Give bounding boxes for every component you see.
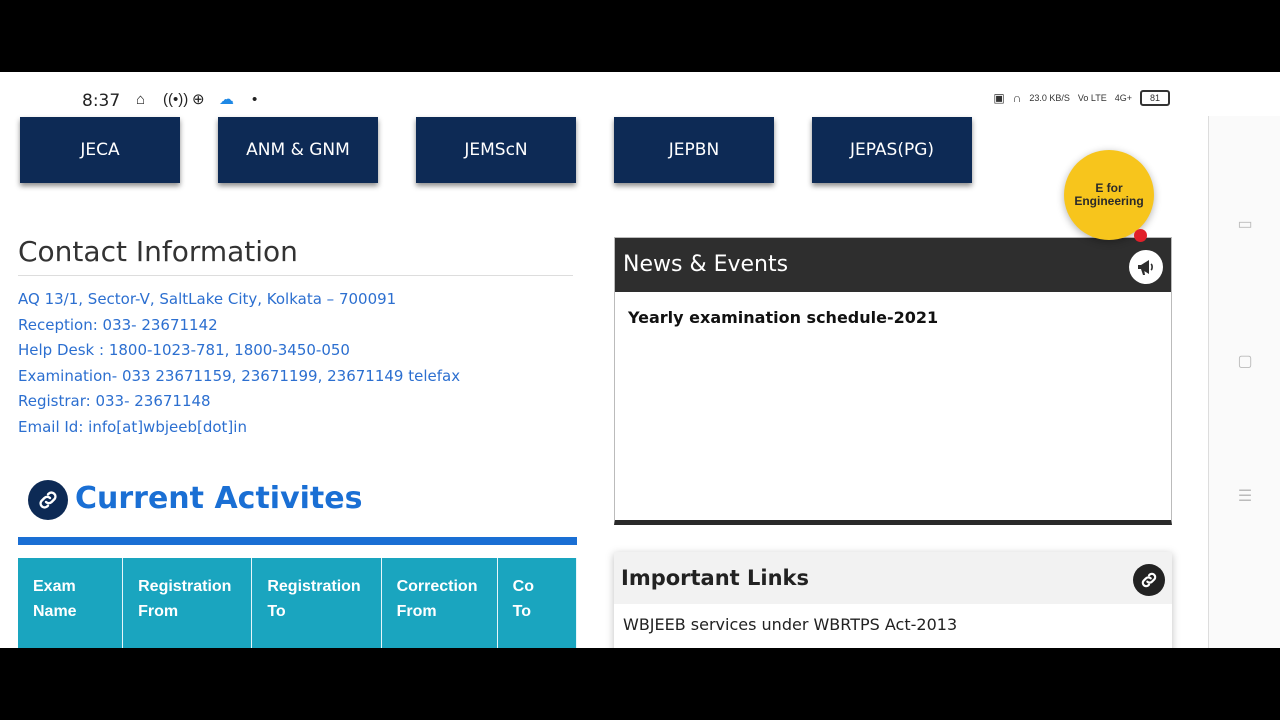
link-icon bbox=[1133, 564, 1165, 596]
activities-table: Exam Name Registration From Registration T… bbox=[18, 558, 577, 648]
contact-address: AQ 13/1, Sector-V, SaltLake City, Kolkat… bbox=[18, 290, 397, 308]
app-icon: ⊕ bbox=[192, 91, 205, 108]
tab-jepas-pg[interactable]: JEPAS(PG) bbox=[812, 117, 972, 183]
signal-indicator: 4G+ bbox=[1114, 93, 1132, 103]
tab-jepbn[interactable]: JEPBN bbox=[614, 117, 774, 183]
current-activities-title: Current Activites bbox=[75, 481, 363, 516]
column-header: Correction From bbox=[381, 558, 498, 648]
screen: 8:37 ⌂ ((•)) ⊕ ☁ • ▣ ∩ 23.0 KB/S Vo LTE … bbox=[0, 72, 1280, 648]
side-menu-icon[interactable]: ☰ bbox=[1237, 486, 1253, 506]
column-header: Registration To bbox=[251, 558, 382, 648]
important-links-header: Important Links bbox=[614, 552, 1172, 604]
status-time: 8:37 bbox=[82, 91, 121, 111]
home-icon: ⌂ bbox=[136, 91, 146, 108]
headset-icon: ∩ bbox=[1012, 91, 1022, 105]
important-links-panel: Important Links WBJEEB services under WB… bbox=[614, 552, 1172, 648]
column-header: Registration From bbox=[122, 558, 253, 648]
column-header: Co To bbox=[497, 558, 577, 648]
status-indicators: ▣ ∩ 23.0 KB/S Vo LTE 4G+ 81 bbox=[993, 90, 1170, 106]
badge-line2: Engineering bbox=[1074, 194, 1144, 208]
important-link-item[interactable]: WBJEEB services under WBRTPS Act-2013 bbox=[614, 604, 1172, 634]
news-header: News & Events bbox=[615, 238, 1171, 292]
cloud-icon: ☁ bbox=[219, 91, 234, 108]
hotspot-icon: ((•)) bbox=[163, 91, 189, 108]
notification-dot bbox=[1134, 229, 1147, 242]
contact-help-desk[interactable]: Help Desk : 1800-1023-781, 1800-3450-050 bbox=[18, 341, 460, 367]
data-speed: 23.0 KB/S bbox=[1029, 93, 1070, 103]
dot-icon: • bbox=[252, 91, 258, 108]
table-header-row: Exam Name Registration From Registration T… bbox=[18, 558, 577, 648]
divider bbox=[18, 275, 573, 276]
side-window-icon[interactable]: ▢ bbox=[1237, 351, 1253, 371]
news-panel: News & Events Yearly examination schedul… bbox=[614, 237, 1172, 525]
tab-anm-gnm[interactable]: ANM & GNM bbox=[218, 117, 378, 183]
contact-email[interactable]: Email Id: info[at]wbjeeb[dot]in bbox=[18, 418, 460, 444]
tab-jeca[interactable]: JECA bbox=[20, 117, 180, 183]
status-bar: 8:37 ⌂ ((•)) ⊕ ☁ • ▣ ∩ 23.0 KB/S Vo LTE … bbox=[0, 72, 1280, 118]
section-rule bbox=[18, 537, 577, 545]
sim-icon: ▣ bbox=[993, 91, 1005, 105]
side-handle-icon[interactable]: ▭ bbox=[1237, 214, 1253, 234]
tab-jemscn[interactable]: JEMScN bbox=[416, 117, 576, 183]
e-for-engineering-badge[interactable]: E for Engineering bbox=[1064, 150, 1154, 240]
contact-details: AQ 13/1, Sector-V, SaltLake City, Kolkat… bbox=[18, 290, 460, 443]
contact-examination[interactable]: Examination- 033 23671159, 23671199, 236… bbox=[18, 367, 460, 393]
contact-reception[interactable]: Reception: 033- 23671142 bbox=[18, 316, 460, 342]
volte-indicator: Vo LTE bbox=[1077, 93, 1107, 103]
contact-title: Contact Information bbox=[18, 235, 298, 268]
contact-registrar[interactable]: Registrar: 033- 23671148 bbox=[18, 392, 460, 418]
megaphone-icon bbox=[1129, 250, 1163, 284]
browser-side-panel: ▭ ▢ ☰ bbox=[1208, 116, 1280, 648]
important-links-title: Important Links bbox=[621, 566, 810, 590]
news-item[interactable]: Yearly examination schedule-2021 bbox=[615, 292, 1171, 327]
badge-line1: E for bbox=[1095, 181, 1123, 195]
link-icon bbox=[28, 480, 68, 520]
news-title: News & Events bbox=[623, 252, 789, 277]
battery-icon: 81 bbox=[1140, 90, 1170, 106]
column-header: Exam Name bbox=[18, 558, 124, 648]
